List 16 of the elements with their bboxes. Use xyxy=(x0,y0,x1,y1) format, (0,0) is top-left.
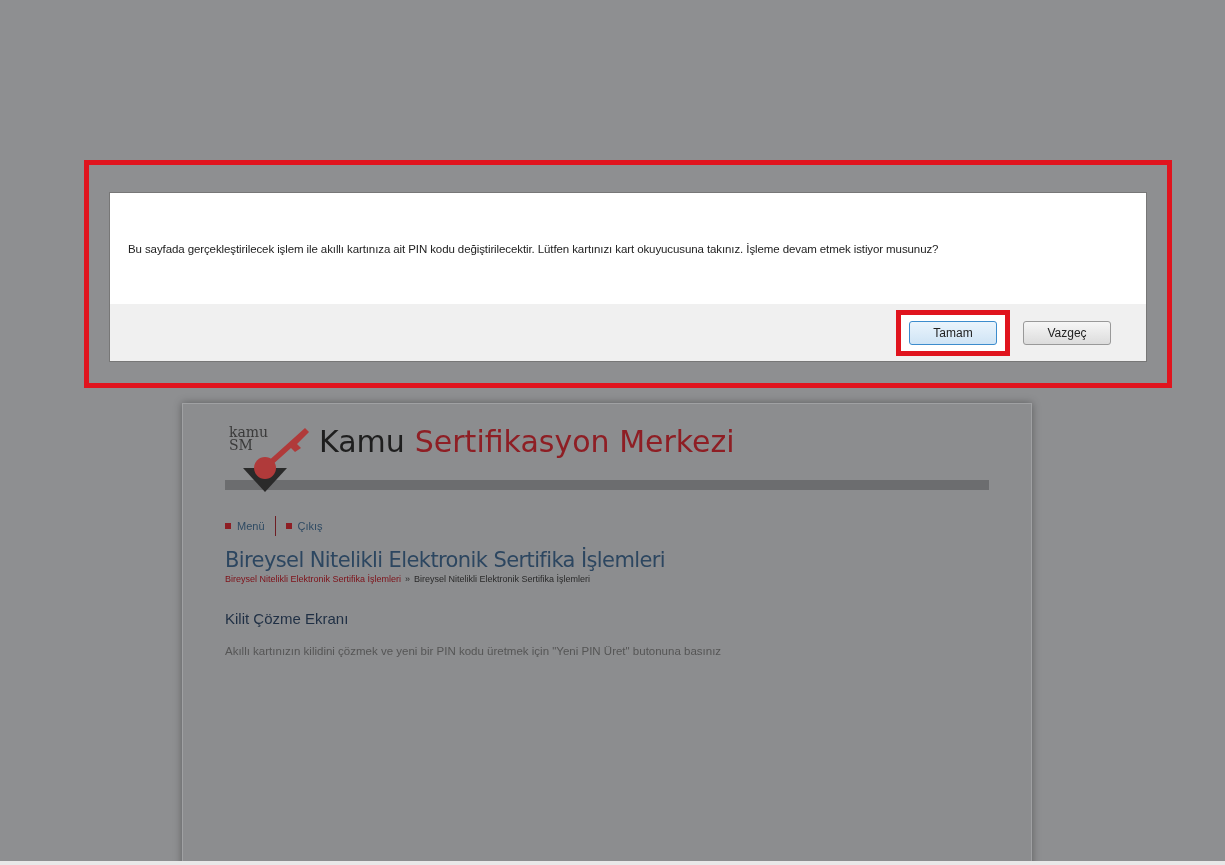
logo-text: SM xyxy=(229,439,254,452)
site-title: Kamu xyxy=(319,423,405,461)
dialog-message: Bu sayfada gerçekleştirilecek işlem ile akıllı kartınıza ait PIN kodu değiştirilecektir. Lütfen kartınızı kart okuyucusuna takınız. İşleme devam etmek istiyor musunuz? xyxy=(128,242,939,255)
ok-button[interactable]: Tamam xyxy=(909,320,997,345)
page-heading: Bireysel Nitelikli Elektronik Sertifika İşlemleri xyxy=(225,548,667,572)
bullet-icon xyxy=(225,523,231,529)
breadcrumb-separator: » xyxy=(405,574,411,584)
breadcrumb-current: Bireysel Nitelikli Elektronik Sertifika İşlemleri xyxy=(414,574,591,584)
logo-text: kamu xyxy=(229,426,270,439)
bullet-icon xyxy=(285,523,292,529)
nav-link[interactable]: Çıkış xyxy=(297,520,323,532)
site-title: Sertifikasyon Merkezi xyxy=(414,423,735,461)
breadcrumb-link[interactable]: Bireysel Nitelikli Elektronik Sertifika İşlemleri xyxy=(225,574,402,584)
nav-link[interactable]: Menü xyxy=(237,520,265,532)
cancel-button[interactable]: Vazgeç xyxy=(1023,320,1111,345)
section-title: Kilit Çözme Ekranı xyxy=(225,610,350,627)
